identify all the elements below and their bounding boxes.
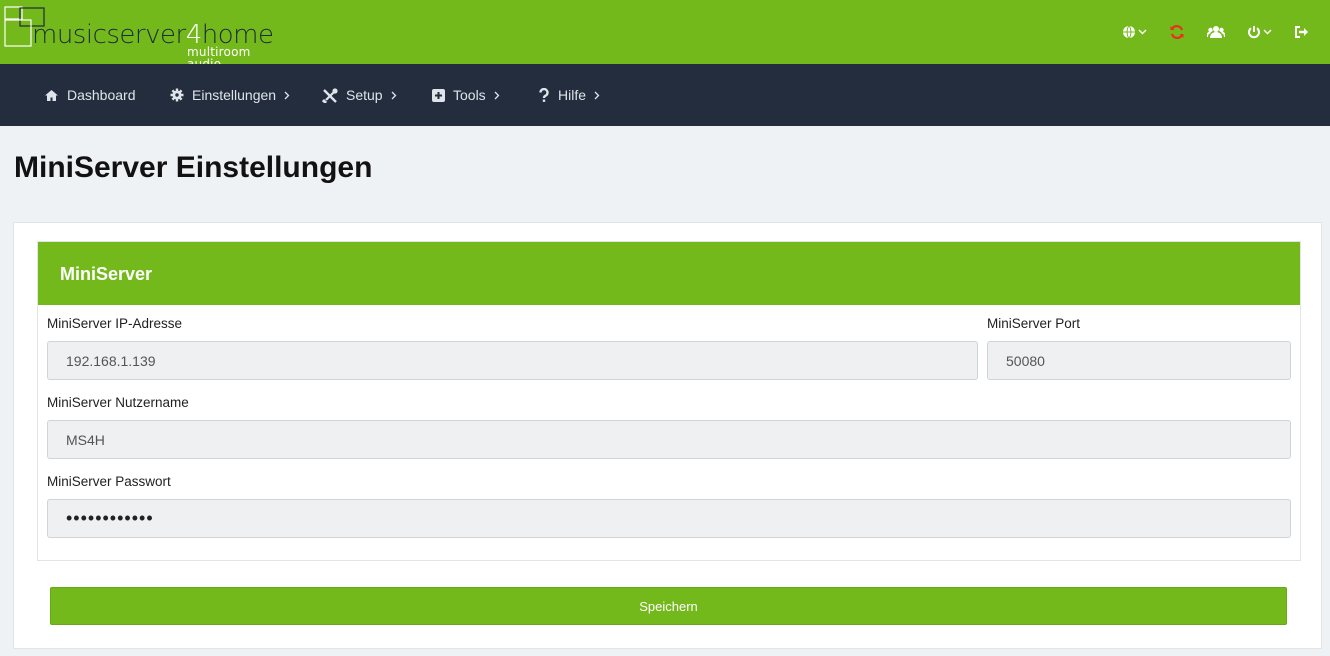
- nav-item-label: Hilfe: [558, 87, 587, 103]
- top-bar: musicserver4home multiroom audio: [0, 0, 1330, 70]
- nav-item-label: Einstellungen: [192, 87, 277, 103]
- page-title: MiniServer Einstellungen: [14, 151, 373, 184]
- chevron-down-icon: [1263, 29, 1272, 35]
- panel-header: MiniServer: [38, 242, 1300, 305]
- sync-icon: [1170, 25, 1184, 39]
- password-input[interactable]: [47, 499, 1291, 538]
- top-actions: [1100, 20, 1310, 44]
- gear-icon: [170, 88, 184, 102]
- nav-item-hilfe[interactable]: Hilfe: [538, 64, 600, 126]
- main-navigation: Dashboard Einstellungen Setup Tools Hilf…: [0, 64, 1330, 126]
- password-label: MiniServer Passwort: [47, 474, 171, 489]
- port-label: MiniServer Port: [987, 316, 1081, 331]
- users-button[interactable]: [1207, 25, 1225, 39]
- logout-button[interactable]: [1294, 25, 1310, 39]
- username-label: MiniServer Nutzername: [47, 395, 189, 410]
- settings-card: MiniServer MiniServer IP-Adresse MiniSer…: [13, 222, 1322, 649]
- ip-address-input[interactable]: [47, 341, 978, 380]
- users-icon: [1207, 26, 1225, 38]
- logout-icon: [1295, 26, 1308, 38]
- power-dropdown[interactable]: [1247, 25, 1272, 39]
- port-input[interactable]: [987, 341, 1291, 380]
- nav-item-tools[interactable]: Tools: [432, 64, 500, 126]
- sync-button[interactable]: [1169, 24, 1185, 40]
- nav-item-dashboard[interactable]: Dashboard: [44, 64, 136, 126]
- nav-item-einstellungen[interactable]: Einstellungen: [170, 64, 290, 126]
- chevron-right-icon: [391, 91, 397, 100]
- brand-logo[interactable]: musicserver4home multiroom audio: [4, 6, 274, 70]
- chevron-right-icon: [594, 91, 600, 100]
- ip-address-label: MiniServer IP-Adresse: [47, 316, 183, 331]
- chevron-down-icon: [1138, 29, 1147, 35]
- brand-name-part-music: musicserver: [32, 20, 186, 50]
- globe-icon: [1123, 25, 1135, 39]
- miniserver-panel: MiniServer MiniServer IP-Adresse MiniSer…: [37, 241, 1301, 561]
- home-icon: [44, 89, 59, 102]
- power-icon: [1248, 26, 1260, 39]
- language-dropdown[interactable]: [1122, 25, 1147, 39]
- nav-item-label: Setup: [346, 87, 383, 103]
- tools-icon: [322, 87, 338, 103]
- panel-title: MiniServer: [60, 264, 153, 284]
- nav-item-label: Tools: [453, 87, 486, 103]
- chevron-right-icon: [284, 91, 290, 100]
- nav-item-label: Dashboard: [67, 87, 136, 103]
- save-button[interactable]: Speichern: [50, 587, 1287, 625]
- username-input[interactable]: [47, 420, 1291, 459]
- question-icon: [538, 88, 550, 102]
- plus-square-icon: [432, 88, 445, 102]
- chevron-right-icon: [494, 91, 500, 100]
- nav-item-setup[interactable]: Setup: [322, 64, 397, 126]
